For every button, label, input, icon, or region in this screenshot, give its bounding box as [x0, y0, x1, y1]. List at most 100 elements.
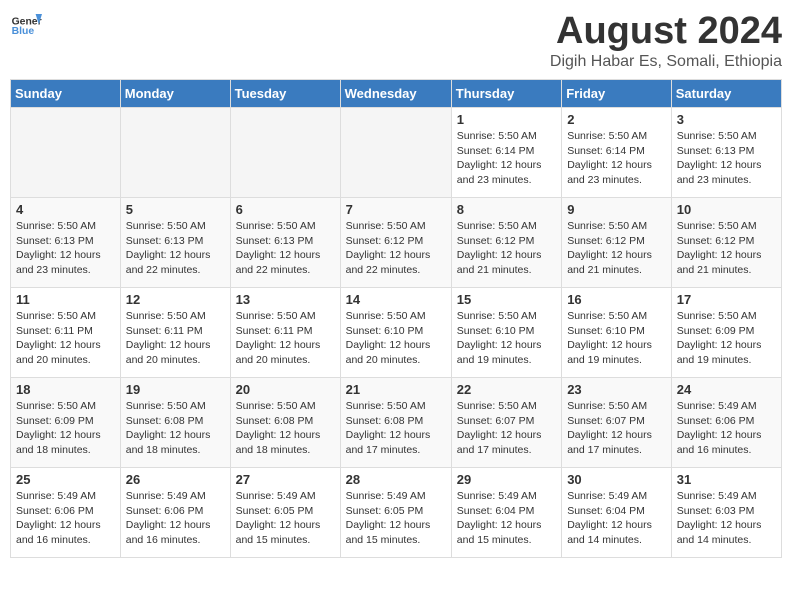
calendar-cell: 14 Sunrise: 5:50 AM Sunset: 6:10 PM Dayli… [340, 288, 451, 378]
day-info: Sunrise: 5:50 AM Sunset: 6:08 PM Dayligh… [126, 399, 225, 458]
calendar-cell: 26 Sunrise: 5:49 AM Sunset: 6:06 PM Dayli… [120, 468, 230, 558]
calendar-cell: 8Sunrise: 5:50 AM Sunset: 6:12 PM Daylig… [451, 198, 561, 288]
day-number: 24 [677, 382, 776, 397]
week-row-3: 11 Sunrise: 5:50 AM Sunset: 6:11 PM Dayli… [11, 288, 782, 378]
header-friday: Friday [562, 80, 672, 108]
day-info: Sunrise: 5:50 AM Sunset: 6:07 PM Dayligh… [567, 399, 666, 458]
day-info: Sunrise: 5:50 AM Sunset: 6:10 PM Dayligh… [457, 309, 556, 368]
day-number: 1 [457, 112, 556, 127]
calendar-cell [11, 108, 121, 198]
day-info: Sunrise: 5:50 AM Sunset: 6:11 PM Dayligh… [126, 309, 225, 368]
day-number: 15 [457, 292, 556, 307]
calendar-cell: 19 Sunrise: 5:50 AM Sunset: 6:08 PM Dayli… [120, 378, 230, 468]
day-info: Sunrise: 5:49 AM Sunset: 6:06 PM Dayligh… [16, 489, 115, 548]
day-number: 26 [126, 472, 225, 487]
header-thursday: Thursday [451, 80, 561, 108]
calendar-cell: 21 Sunrise: 5:50 AM Sunset: 6:08 PM Dayli… [340, 378, 451, 468]
calendar-cell: 4 Sunrise: 5:50 AM Sunset: 6:13 PM Daylig… [11, 198, 121, 288]
day-info: Sunrise: 5:50 AM Sunset: 6:09 PM Dayligh… [16, 399, 115, 458]
day-info: Sunrise: 5:50 AM Sunset: 6:13 PM Dayligh… [126, 219, 225, 278]
calendar-table: Sunday Monday Tuesday Wednesday Thursday… [10, 79, 782, 558]
calendar-cell: 25 Sunrise: 5:49 AM Sunset: 6:06 PM Dayli… [11, 468, 121, 558]
day-number: 16 [567, 292, 666, 307]
day-info: Sunrise: 5:50 AM Sunset: 6:14 PM Dayligh… [567, 129, 666, 188]
day-info: Sunrise: 5:49 AM Sunset: 6:06 PM Dayligh… [126, 489, 225, 548]
page-header: General Blue August 2024 Digih Habar Es,… [10, 10, 782, 71]
week-row-2: 4 Sunrise: 5:50 AM Sunset: 6:13 PM Daylig… [11, 198, 782, 288]
logo: General Blue [10, 10, 42, 42]
day-info: Sunrise: 5:49 AM Sunset: 6:05 PM Dayligh… [236, 489, 335, 548]
calendar-cell: 20Sunrise: 5:50 AM Sunset: 6:08 PM Dayli… [230, 378, 340, 468]
day-number: 29 [457, 472, 556, 487]
calendar-cell: 2 Sunrise: 5:50 AM Sunset: 6:14 PM Daylig… [562, 108, 672, 198]
day-number: 18 [16, 382, 115, 397]
day-number: 22 [457, 382, 556, 397]
day-number: 21 [346, 382, 446, 397]
day-number: 11 [16, 292, 115, 307]
day-info: Sunrise: 5:49 AM Sunset: 6:04 PM Dayligh… [457, 489, 556, 548]
calendar-cell [230, 108, 340, 198]
day-number: 25 [16, 472, 115, 487]
calendar-cell: 5 Sunrise: 5:50 AM Sunset: 6:13 PM Daylig… [120, 198, 230, 288]
day-number: 19 [126, 382, 225, 397]
calendar-cell: 18 Sunrise: 5:50 AM Sunset: 6:09 PM Dayli… [11, 378, 121, 468]
calendar-cell: 31Sunrise: 5:49 AM Sunset: 6:03 PM Dayli… [671, 468, 781, 558]
week-row-1: 1 Sunrise: 5:50 AM Sunset: 6:14 PM Daylig… [11, 108, 782, 198]
logo-icon: General Blue [10, 10, 42, 42]
day-info: Sunrise: 5:50 AM Sunset: 6:13 PM Dayligh… [677, 129, 776, 188]
calendar-cell: 24 Sunrise: 5:49 AM Sunset: 6:06 PM Dayli… [671, 378, 781, 468]
day-info: Sunrise: 5:50 AM Sunset: 6:08 PM Dayligh… [236, 399, 335, 458]
day-info: Sunrise: 5:49 AM Sunset: 6:06 PM Dayligh… [677, 399, 776, 458]
header-tuesday: Tuesday [230, 80, 340, 108]
day-number: 8 [457, 202, 556, 217]
day-number: 12 [126, 292, 225, 307]
calendar-header-row: Sunday Monday Tuesday Wednesday Thursday… [11, 80, 782, 108]
day-info: Sunrise: 5:50 AM Sunset: 6:10 PM Dayligh… [346, 309, 446, 368]
day-number: 4 [16, 202, 115, 217]
calendar-cell: 29 Sunrise: 5:49 AM Sunset: 6:04 PM Dayli… [451, 468, 561, 558]
calendar-cell: 15 Sunrise: 5:50 AM Sunset: 6:10 PM Dayli… [451, 288, 561, 378]
header-saturday: Saturday [671, 80, 781, 108]
calendar-cell: 27 Sunrise: 5:49 AM Sunset: 6:05 PM Dayli… [230, 468, 340, 558]
location-title: Digih Habar Es, Somali, Ethiopia [550, 53, 782, 71]
calendar-cell: 30 Sunrise: 5:49 AM Sunset: 6:04 PM Dayli… [562, 468, 672, 558]
day-info: Sunrise: 5:50 AM Sunset: 6:10 PM Dayligh… [567, 309, 666, 368]
month-title: August 2024 [550, 10, 782, 53]
day-info: Sunrise: 5:50 AM Sunset: 6:11 PM Dayligh… [16, 309, 115, 368]
day-number: 9 [567, 202, 666, 217]
day-info: Sunrise: 5:50 AM Sunset: 6:13 PM Dayligh… [236, 219, 335, 278]
title-block: August 2024 Digih Habar Es, Somali, Ethi… [550, 10, 782, 71]
day-info: Sunrise: 5:50 AM Sunset: 6:08 PM Dayligh… [346, 399, 446, 458]
header-wednesday: Wednesday [340, 80, 451, 108]
calendar-cell [340, 108, 451, 198]
day-number: 28 [346, 472, 446, 487]
day-number: 17 [677, 292, 776, 307]
day-info: Sunrise: 5:50 AM Sunset: 6:11 PM Dayligh… [236, 309, 335, 368]
day-number: 27 [236, 472, 335, 487]
calendar-cell: 9 Sunrise: 5:50 AM Sunset: 6:12 PM Daylig… [562, 198, 672, 288]
day-info: Sunrise: 5:50 AM Sunset: 6:14 PM Dayligh… [457, 129, 556, 188]
calendar-cell: 28Sunrise: 5:49 AM Sunset: 6:05 PM Dayli… [340, 468, 451, 558]
day-number: 30 [567, 472, 666, 487]
day-info: Sunrise: 5:50 AM Sunset: 6:07 PM Dayligh… [457, 399, 556, 458]
day-info: Sunrise: 5:49 AM Sunset: 6:04 PM Dayligh… [567, 489, 666, 548]
svg-text:Blue: Blue [12, 26, 35, 37]
day-info: Sunrise: 5:50 AM Sunset: 6:13 PM Dayligh… [16, 219, 115, 278]
day-number: 5 [126, 202, 225, 217]
day-number: 13 [236, 292, 335, 307]
week-row-4: 18 Sunrise: 5:50 AM Sunset: 6:09 PM Dayli… [11, 378, 782, 468]
calendar-cell: 3 Sunrise: 5:50 AM Sunset: 6:13 PM Daylig… [671, 108, 781, 198]
calendar-cell: 23 Sunrise: 5:50 AM Sunset: 6:07 PM Dayli… [562, 378, 672, 468]
calendar-cell: 7Sunrise: 5:50 AM Sunset: 6:12 PM Daylig… [340, 198, 451, 288]
day-info: Sunrise: 5:50 AM Sunset: 6:12 PM Dayligh… [677, 219, 776, 278]
header-monday: Monday [120, 80, 230, 108]
day-number: 23 [567, 382, 666, 397]
week-row-5: 25 Sunrise: 5:49 AM Sunset: 6:06 PM Dayli… [11, 468, 782, 558]
day-info: Sunrise: 5:50 AM Sunset: 6:12 PM Dayligh… [567, 219, 666, 278]
day-number: 7 [346, 202, 446, 217]
day-number: 2 [567, 112, 666, 127]
day-number: 14 [346, 292, 446, 307]
day-number: 3 [677, 112, 776, 127]
calendar-cell: 13 Sunrise: 5:50 AM Sunset: 6:11 PM Dayli… [230, 288, 340, 378]
calendar-cell: 22 Sunrise: 5:50 AM Sunset: 6:07 PM Dayli… [451, 378, 561, 468]
